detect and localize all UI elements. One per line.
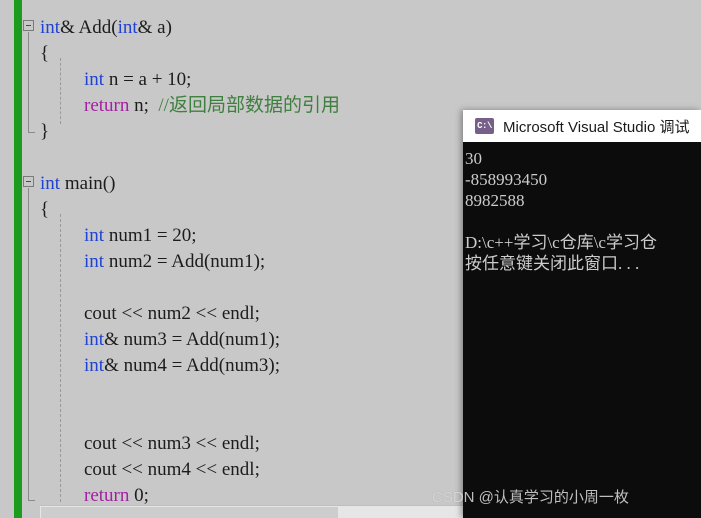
code-line: return n; //返回局部数据的引用	[84, 96, 340, 115]
editor-change-tracking-bar	[14, 0, 22, 518]
csdn-watermark: CSDN @认真学习的小周一枚	[432, 489, 629, 506]
code-token: n;	[129, 95, 159, 116]
console-output-line: 按任意键关闭此窗口. . .	[465, 254, 640, 273]
console-output-line: D:\c++学习\c仓库\c学习仓	[465, 233, 657, 252]
editor-outlining-margin[interactable]	[22, 0, 40, 518]
code-token: n = a + 10;	[104, 69, 192, 90]
code-token: int	[117, 17, 138, 38]
code-line: cout << num2 << endl;	[84, 304, 260, 323]
code-token: & num3 = Add(num1);	[104, 329, 280, 350]
code-line: int main()	[40, 174, 115, 193]
code-token: }	[40, 121, 50, 142]
code-token: int	[40, 17, 61, 38]
code-token: cout << num4 << endl;	[84, 459, 260, 480]
indent-guide	[60, 58, 61, 124]
code-line: return 0;	[84, 486, 149, 505]
code-token: {	[40, 199, 50, 220]
horizontal-scrollbar-thumb[interactable]	[41, 507, 338, 518]
console-output-line: 30	[465, 149, 482, 168]
code-line: int num1 = 20;	[84, 226, 197, 245]
code-line: cout << num4 << endl;	[84, 460, 260, 479]
code-token: & a)	[137, 17, 172, 38]
console-output-line: 8982588	[465, 191, 525, 210]
code-token: num2 = Add(num1);	[104, 251, 266, 272]
code-token: return	[84, 485, 130, 506]
code-token: num1 = 20;	[104, 225, 197, 246]
code-line: cout << num3 << endl;	[84, 434, 260, 453]
code-token: //返回局部数据的引用	[158, 95, 340, 116]
code-line: {	[40, 200, 49, 219]
console-cmd-icon: C:\	[475, 118, 494, 134]
console-icon-glyph: C:\	[477, 120, 492, 131]
code-token: main()	[60, 173, 116, 194]
console-window[interactable]: C:\ Microsoft Visual Studio 调试 30 -858993…	[463, 110, 701, 518]
code-line: int& num4 = Add(num3);	[84, 356, 280, 375]
code-token: int	[84, 355, 105, 376]
fold-toggle-icon[interactable]	[23, 176, 34, 187]
code-token: cout << num3 << endl;	[84, 433, 260, 454]
code-line: int n = a + 10;	[84, 70, 191, 89]
console-title-bar[interactable]: C:\ Microsoft Visual Studio 调试	[463, 110, 701, 142]
code-token: & Add(	[60, 17, 118, 38]
code-token: int	[84, 251, 105, 272]
code-token: return	[84, 95, 130, 116]
code-token: int	[84, 225, 105, 246]
code-token: {	[40, 43, 50, 64]
fold-region-end	[28, 500, 35, 501]
console-output-area[interactable]: 30 -858993450 8982588 D:\c++学习\c仓库\c学习仓 按任意键…	[463, 142, 701, 518]
code-line: int& Add(int& a)	[40, 18, 172, 37]
screenshot-root: int& Add(int& a){int n = a + 10; return n…	[0, 0, 701, 518]
console-output-line: -858993450	[465, 170, 548, 189]
fold-toggle-icon[interactable]	[23, 20, 34, 31]
code-token: 0;	[129, 485, 149, 506]
code-token: int	[40, 173, 61, 194]
fold-region-line	[28, 32, 29, 132]
console-title-text: Microsoft Visual Studio 调试	[503, 118, 690, 136]
code-line: {	[40, 44, 49, 63]
editor-selection-margin[interactable]	[0, 0, 14, 518]
fold-region-line	[28, 188, 29, 500]
code-line: int num2 = Add(num1);	[84, 252, 265, 271]
indent-guide	[60, 214, 61, 502]
code-token: cout << num2 << endl;	[84, 303, 260, 324]
code-token: & num4 = Add(num3);	[104, 355, 280, 376]
fold-region-end	[28, 132, 35, 133]
code-line: int& num3 = Add(num1);	[84, 330, 280, 349]
code-token: int	[84, 69, 105, 90]
code-token: int	[84, 329, 105, 350]
code-line: }	[40, 122, 49, 141]
